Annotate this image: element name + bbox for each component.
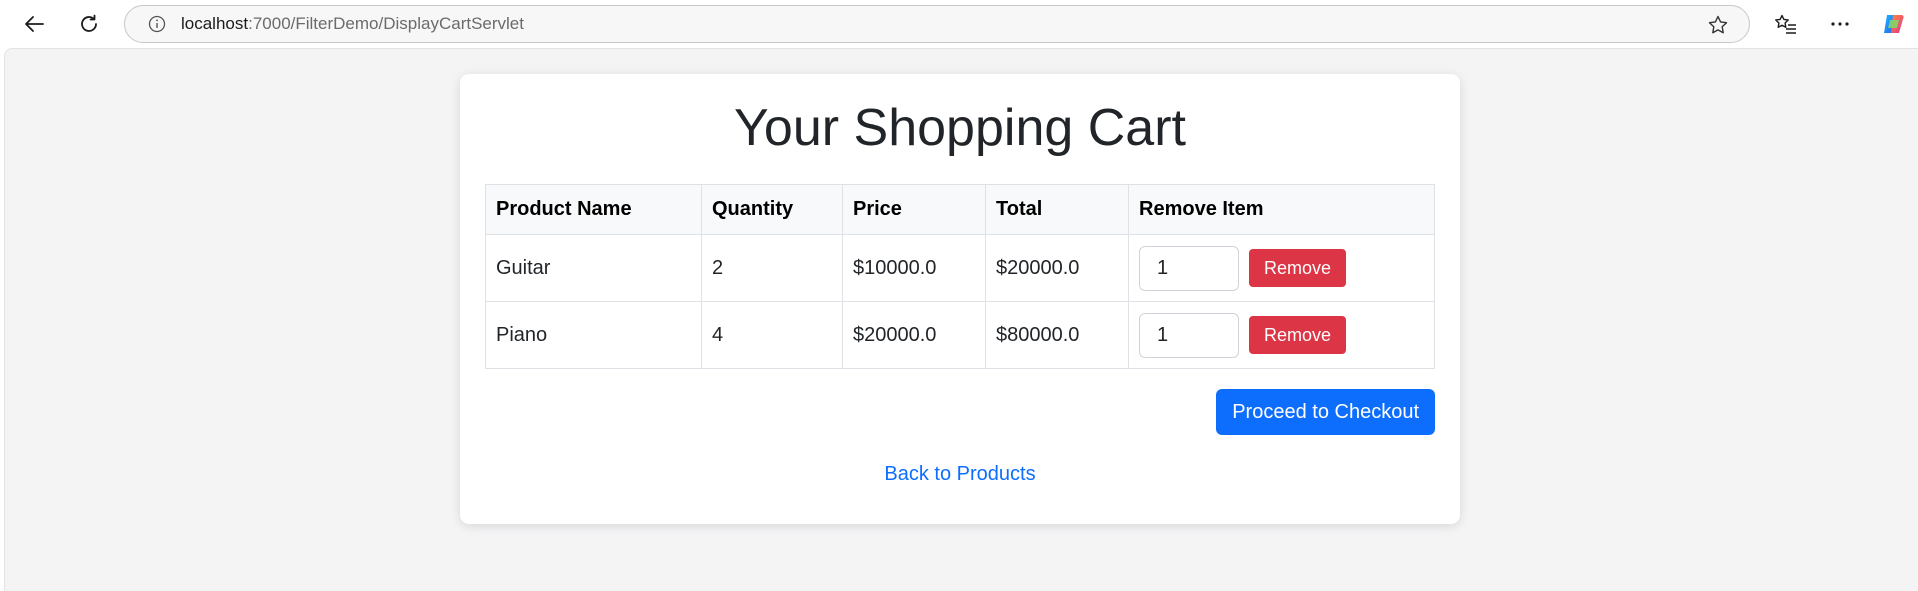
proceed-to-checkout-button[interactable]: Proceed to Checkout <box>1216 389 1435 435</box>
url-text[interactable]: localhost:7000/FilterDemo/DisplayCartSer… <box>181 14 524 34</box>
product-quantity: 4 <box>701 301 843 369</box>
copilot-icon[interactable] <box>1876 8 1912 40</box>
remove-item-cell: Remove <box>1128 234 1435 302</box>
table-row: Piano 4 $20000.0 $80000.0 Remove <box>485 301 1435 369</box>
back-link-wrap: Back to Products <box>485 463 1435 486</box>
back-arrow-icon[interactable] <box>16 8 52 40</box>
info-icon[interactable] <box>147 14 167 34</box>
header-total: Total <box>985 184 1129 235</box>
more-icon[interactable] <box>1822 8 1858 40</box>
product-quantity: 2 <box>701 234 843 302</box>
product-name: Piano <box>485 301 702 369</box>
address-bar[interactable]: localhost:7000/FilterDemo/DisplayCartSer… <box>124 5 1750 43</box>
cart-table: Product Name Quantity Price Total Remove… <box>485 184 1435 369</box>
favorites-list-icon[interactable] <box>1768 8 1804 40</box>
remove-item-cell: Remove <box>1128 301 1435 369</box>
url-path: :7000/FilterDemo/DisplayCartServlet <box>248 14 524 33</box>
page-title: Your Shopping Cart <box>734 99 1186 157</box>
cart-card: Your Shopping Cart Product Name Quantity… <box>460 74 1460 524</box>
header-quantity: Quantity <box>701 184 843 235</box>
remove-button[interactable]: Remove <box>1249 249 1347 287</box>
page-viewport: Your Shopping Cart Product Name Quantity… <box>4 48 1918 591</box>
remove-quantity-input[interactable] <box>1139 312 1239 358</box>
browser-toolbar: localhost:7000/FilterDemo/DisplayCartSer… <box>0 0 1918 48</box>
header-price: Price <box>842 184 986 235</box>
table-header-row: Product Name Quantity Price Total Remove… <box>485 184 1435 235</box>
star-icon[interactable] <box>1707 14 1729 36</box>
remove-quantity-input[interactable] <box>1139 245 1239 291</box>
product-price: $20000.0 <box>842 301 986 369</box>
checkout-row: Proceed to Checkout <box>485 389 1435 435</box>
url-host: localhost <box>181 14 249 33</box>
back-to-products-link[interactable]: Back to Products <box>884 463 1035 485</box>
header-product-name: Product Name <box>485 184 702 235</box>
remove-button[interactable]: Remove <box>1249 316 1347 354</box>
header-remove-item: Remove Item <box>1128 184 1435 235</box>
product-total: $20000.0 <box>985 234 1129 302</box>
table-row: Guitar 2 $10000.0 $20000.0 Remove <box>485 234 1435 302</box>
product-total: $80000.0 <box>985 301 1129 369</box>
product-price: $10000.0 <box>842 234 986 302</box>
product-name: Guitar <box>485 234 702 302</box>
refresh-icon[interactable] <box>71 8 107 40</box>
